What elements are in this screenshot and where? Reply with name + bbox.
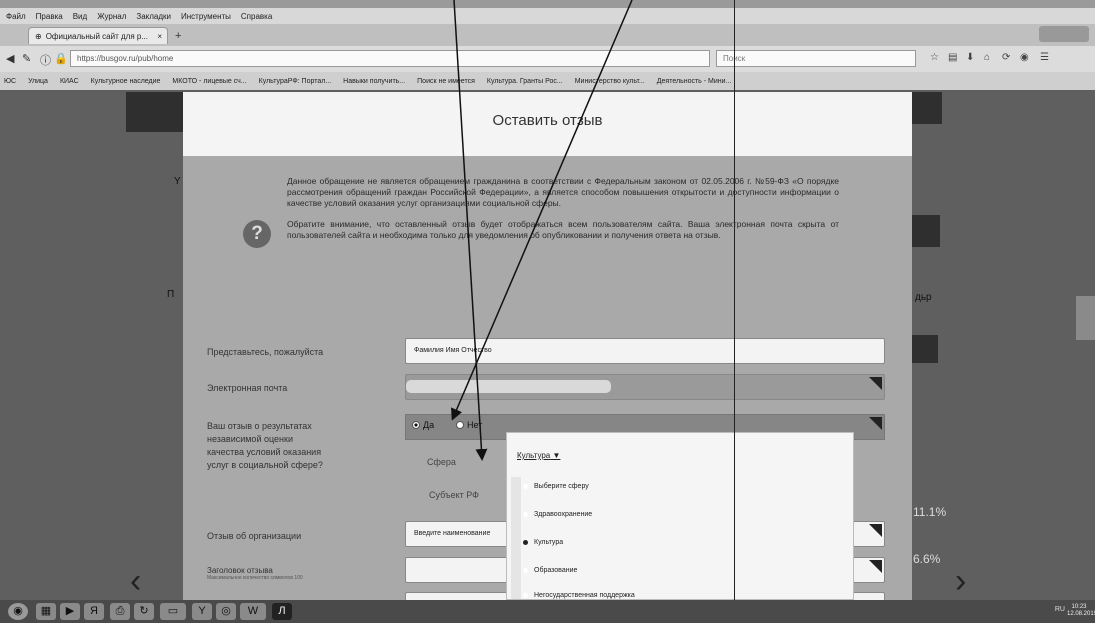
taskbar: ◉ ▦ ▶ Я ⎙ ↻ ▭ Y ◎ W Л RU 10:23 12.08.201… (0, 600, 1095, 623)
yandex-icon: Я (90, 605, 98, 617)
pdf-icon: Л (278, 605, 286, 617)
taskbar-app[interactable]: W (240, 603, 266, 620)
taskbar-app[interactable]: Л (272, 603, 292, 620)
refresh-icon[interactable]: ↻ (134, 603, 154, 620)
annotation-arrow (451, 0, 633, 421)
folder-icon[interactable]: ▭ (160, 603, 186, 620)
tray-language[interactable]: RU (1055, 606, 1065, 613)
firefox-icon[interactable]: ◎ (216, 603, 236, 620)
clock-date: 12.08.2019 (1067, 611, 1095, 617)
word-icon: W (247, 605, 259, 617)
clock[interactable]: 10:23 12.08.2019 (1067, 604, 1095, 618)
browser-y-icon: Y (198, 605, 206, 617)
printer-icon[interactable]: ⎙ (110, 603, 130, 620)
clock-time: 10:23 (1071, 604, 1087, 610)
media-icon[interactable]: ▶ (60, 603, 80, 620)
annotation-arrow (453, 0, 488, 461)
annotation-arrows (451, 0, 633, 461)
explorer-icon[interactable]: ▦ (36, 603, 56, 620)
taskbar-app[interactable]: Y (192, 603, 212, 620)
start-button[interactable]: ◉ (8, 603, 28, 620)
taskbar-app[interactable]: Я (84, 603, 104, 620)
